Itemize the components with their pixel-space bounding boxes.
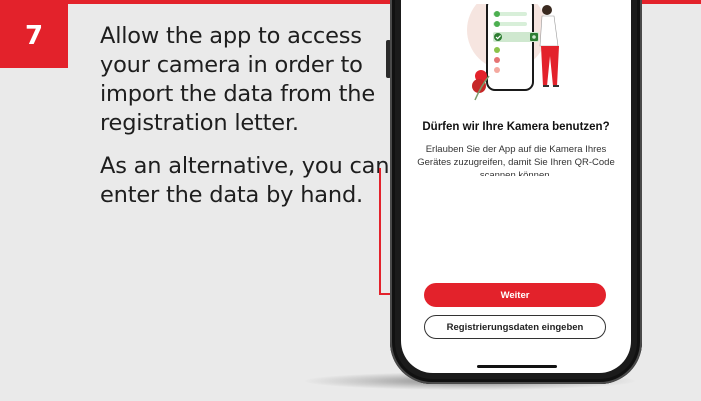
illustration-phone (486, 4, 534, 91)
check-icon (494, 33, 502, 41)
permission-description: Erlauben Sie der App auf die Kamera Ihre… (417, 144, 615, 176)
permission-title: Dürfen wir Ihre Kamera benutzen? (422, 121, 610, 133)
phone-camera-illustration (467, 4, 559, 101)
home-indicator (477, 365, 557, 368)
instruction-paragraph-camera: Allow the app to access your camera in o… (100, 23, 375, 136)
step-number-badge: 7 (0, 4, 68, 68)
illustration-person-head (542, 5, 552, 15)
instruction-paragraph-alternative: As an alternative, you can enter the dat… (100, 153, 390, 208)
enter-registration-data-button[interactable]: Registrierungsdaten eingeben (424, 315, 606, 339)
pointer-arrow-vertical (379, 168, 381, 294)
continue-button[interactable]: Weiter (424, 283, 606, 307)
instruction-text: Allow the app to access your camera in o… (100, 22, 390, 224)
